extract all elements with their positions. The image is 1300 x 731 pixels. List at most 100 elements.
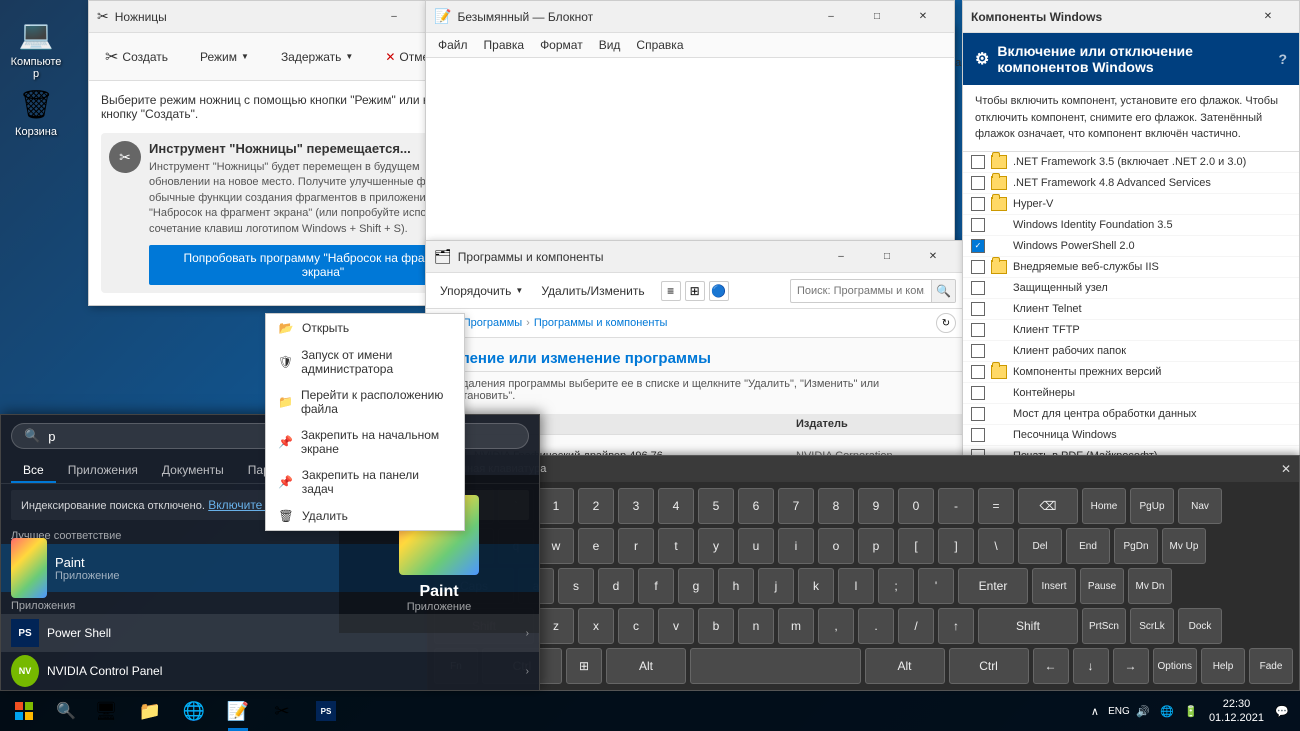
comp-netfx48[interactable]: .NET Framework 4.8 Advanced Services xyxy=(963,173,1299,194)
programs-search-button[interactable]: 🔍 xyxy=(931,279,955,303)
key-e[interactable]: e xyxy=(578,528,614,564)
key-r[interactable]: r xyxy=(618,528,654,564)
key-8[interactable]: 8 xyxy=(818,488,854,524)
key-4[interactable]: 4 xyxy=(658,488,694,524)
scissors-mode-button[interactable]: Режим ▼ xyxy=(192,46,257,68)
key-j[interactable]: j xyxy=(758,568,794,604)
comp-legacy-checkbox[interactable] xyxy=(971,365,985,379)
key-fade[interactable]: Fade xyxy=(1249,648,1293,684)
key-insert[interactable]: Insert xyxy=(1032,568,1076,604)
key-mvup[interactable]: Mv Up xyxy=(1162,528,1206,564)
taskbar-item-3[interactable]: 🌐 xyxy=(172,691,216,731)
comp-telnet-checkbox[interactable] xyxy=(971,302,985,316)
key-g[interactable]: g xyxy=(678,568,714,604)
comp-tftp[interactable]: Клиент TFTP xyxy=(963,320,1299,341)
key-slash[interactable]: / xyxy=(898,608,934,644)
tray-lang[interactable]: ENG xyxy=(1109,701,1129,721)
key-x[interactable]: x xyxy=(578,608,614,644)
key-backspace[interactable]: ⌫ xyxy=(1018,488,1078,524)
key-rbracket[interactable]: ] xyxy=(938,528,974,564)
scissors-minimize-button[interactable]: – xyxy=(371,1,417,33)
key-home[interactable]: Home xyxy=(1082,488,1126,524)
key-n[interactable]: n xyxy=(738,608,774,644)
tab-apps[interactable]: Приложения xyxy=(56,457,150,483)
ctx-pin-start[interactable]: 📌 Закрепить на начальном экране xyxy=(266,422,464,462)
comp-telnet[interactable]: Клиент Telnet xyxy=(963,299,1299,320)
key-h[interactable]: h xyxy=(718,568,754,604)
nvidia-app-item[interactable]: NV NVIDIA Control Panel › xyxy=(1,652,539,690)
key-9[interactable]: 9 xyxy=(858,488,894,524)
key-down[interactable]: ↓ xyxy=(1073,648,1109,684)
ctx-pin-taskbar[interactable]: 📌 Закрепить на панели задач xyxy=(266,462,464,502)
tray-network[interactable]: 🌐 xyxy=(1157,701,1177,721)
taskbar-search-button[interactable]: 🔍 xyxy=(48,691,84,731)
tray-notification[interactable]: 💬 xyxy=(1272,701,1292,721)
comp-netfx35-checkbox[interactable] xyxy=(971,155,985,169)
col-publisher[interactable]: Издатель xyxy=(796,418,956,430)
key-enter[interactable]: Enter xyxy=(958,568,1028,604)
tab-docs[interactable]: Документы xyxy=(150,457,236,483)
comp-containers-checkbox[interactable] xyxy=(971,386,985,400)
key-nav[interactable]: Nav xyxy=(1178,488,1222,524)
comp-wif[interactable]: Windows Identity Foundation 3.5 xyxy=(963,215,1299,236)
key-lbracket[interactable]: [ xyxy=(898,528,934,564)
vkbd-close-button[interactable]: ✕ xyxy=(1281,462,1291,476)
ctx-open[interactable]: 📂 Открыть xyxy=(266,314,464,342)
key-u[interactable]: u xyxy=(738,528,774,564)
comp-legacy[interactable]: Компоненты прежних версий xyxy=(963,362,1299,383)
programs-organize-button[interactable]: Упорядочить ▼ xyxy=(434,280,529,302)
key-help[interactable]: Help xyxy=(1201,648,1245,684)
key-mvdn[interactable]: Mv Dn xyxy=(1128,568,1172,604)
taskbar-item-4[interactable]: 📝 xyxy=(216,691,260,731)
key-s[interactable]: s xyxy=(558,568,594,604)
desktop-icon-recycle[interactable]: 🗑 Корзина xyxy=(4,80,68,142)
comp-dcbridge-checkbox[interactable] xyxy=(971,407,985,421)
key-w[interactable]: w xyxy=(538,528,574,564)
key-pgdn[interactable]: PgDn xyxy=(1114,528,1158,564)
key-options[interactable]: Options xyxy=(1153,648,1197,684)
notepad-minimize-button[interactable]: – xyxy=(808,1,854,33)
ctx-goto-file[interactable]: 📁 Перейти к расположению файла xyxy=(266,382,464,422)
comp-powershell-checkbox[interactable]: ✓ xyxy=(971,239,985,253)
taskbar-item-5[interactable]: ✂ xyxy=(260,691,304,731)
powershell-app-item[interactable]: PS Power Shell › xyxy=(1,614,539,652)
key-l[interactable]: l xyxy=(838,568,874,604)
scissors-delay-button[interactable]: Задержать ▼ xyxy=(273,46,361,68)
key-right[interactable]: → xyxy=(1113,648,1149,684)
key-k[interactable]: k xyxy=(798,568,834,604)
key-m[interactable]: m xyxy=(778,608,814,644)
taskbar-item-6[interactable]: PS xyxy=(304,691,348,731)
key-pause[interactable]: Pause xyxy=(1080,568,1124,604)
addr-crumb-programs2[interactable]: Программы и компоненты xyxy=(534,317,668,329)
comp-sandbox-checkbox[interactable] xyxy=(971,428,985,442)
comp-sandbox[interactable]: Песочница Windows xyxy=(963,425,1299,446)
key-up[interactable]: ↑ xyxy=(938,608,974,644)
key-prtscn[interactable]: PrtScn xyxy=(1082,608,1126,644)
wincomp-help-icon[interactable]: ? xyxy=(1278,51,1287,67)
key-o[interactable]: o xyxy=(818,528,854,564)
programs-search-input[interactable] xyxy=(791,285,931,297)
key-b[interactable]: b xyxy=(698,608,734,644)
comp-tftp-checkbox[interactable] xyxy=(971,323,985,337)
key-end[interactable]: End xyxy=(1066,528,1110,564)
view-toggle-2[interactable]: ⊞ xyxy=(685,281,705,301)
key-v[interactable]: v xyxy=(658,608,694,644)
key-0[interactable]: 0 xyxy=(898,488,934,524)
key-3[interactable]: 3 xyxy=(618,488,654,524)
comp-iis[interactable]: Внедряемые веб-службы IIS xyxy=(963,257,1299,278)
notepad-menu-view[interactable]: Вид xyxy=(595,35,625,55)
view-toggle-3[interactable]: 🔵 xyxy=(709,281,729,301)
key-backslash[interactable]: \ xyxy=(978,528,1014,564)
programs-remove-button[interactable]: Удалить/Изменить xyxy=(535,280,650,302)
desktop-icon-computer[interactable]: 💻 Компьютер xyxy=(4,10,68,84)
key-t[interactable]: t xyxy=(658,528,694,564)
key-minus[interactable]: - xyxy=(938,488,974,524)
programs-close-button[interactable]: ✕ xyxy=(910,241,956,273)
notepad-menu-format[interactable]: Формат xyxy=(536,35,587,55)
comp-guarded-checkbox[interactable] xyxy=(971,281,985,295)
scissors-create-button[interactable]: ✂ Создать xyxy=(97,43,176,71)
tray-battery[interactable]: 🔋 xyxy=(1181,701,1201,721)
notepad-close-button[interactable]: ✕ xyxy=(900,1,946,33)
key-i[interactable]: i xyxy=(778,528,814,564)
comp-containers[interactable]: Контейнеры xyxy=(963,383,1299,404)
